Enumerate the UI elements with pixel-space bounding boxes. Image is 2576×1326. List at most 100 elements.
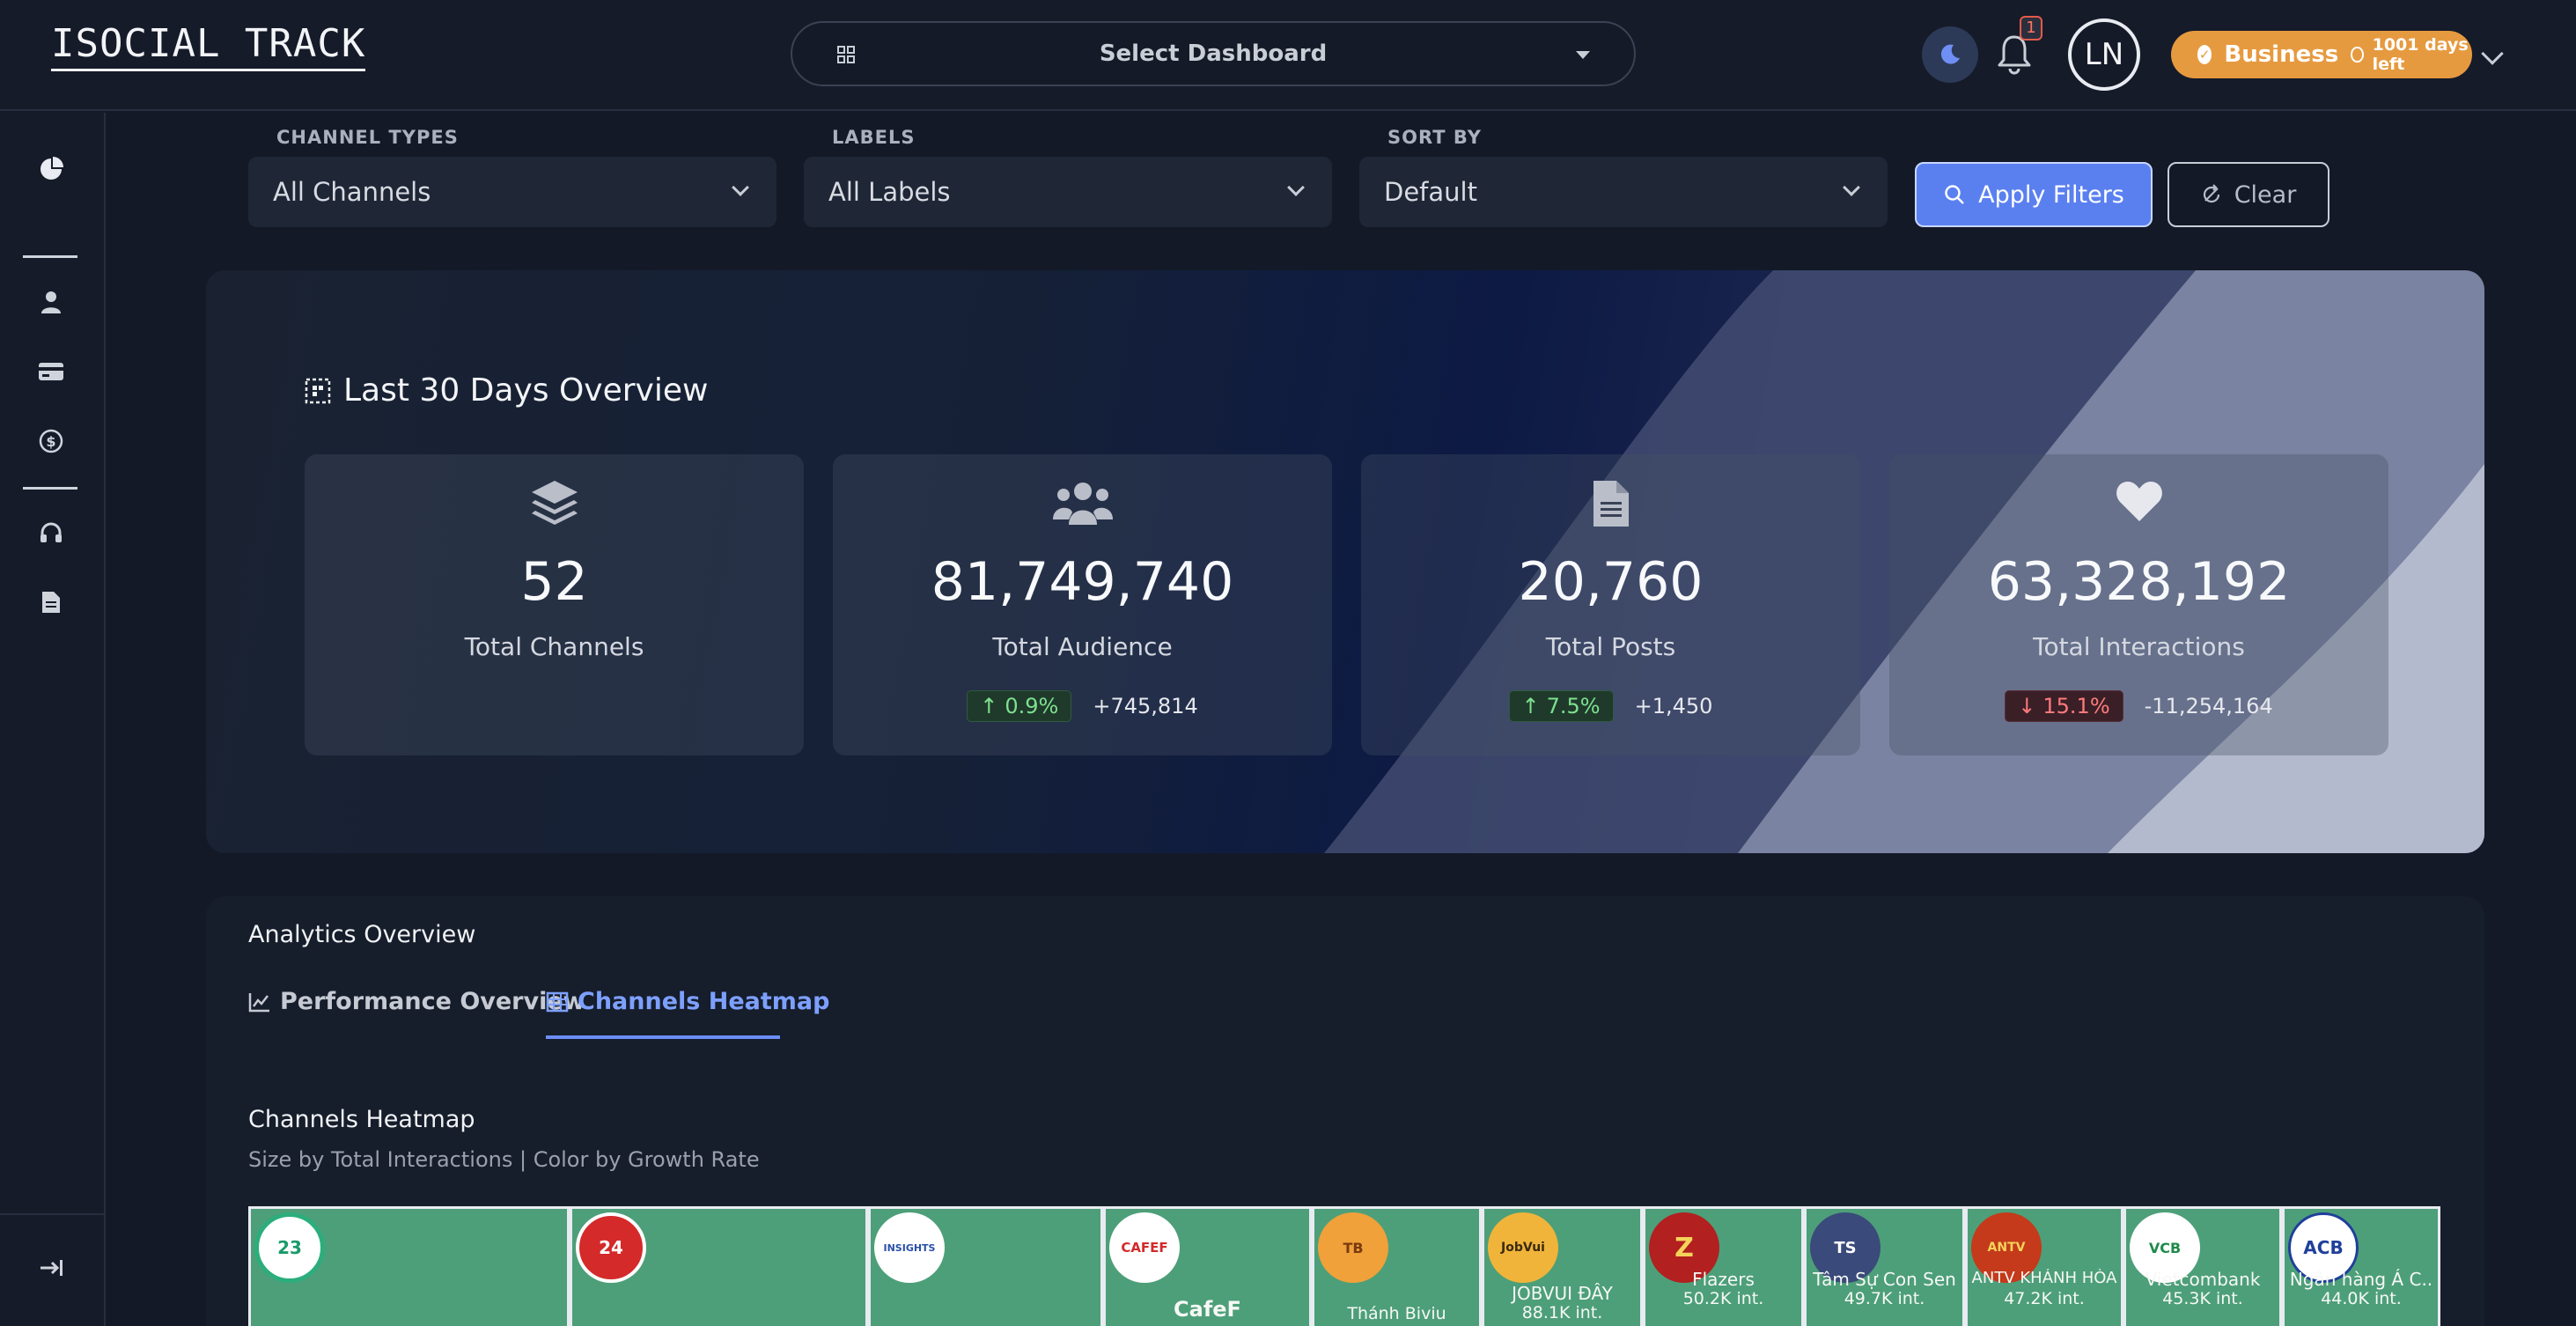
table-icon: [546, 991, 569, 1012]
plan-badge[interactable]: ✓ Business 1001 days left: [2171, 31, 2472, 78]
chevron-down-icon[interactable]: [2481, 42, 2504, 65]
svg-text:$: $: [46, 433, 55, 450]
credit-card-icon[interactable]: [35, 356, 67, 387]
grid-icon: [837, 46, 855, 63]
channel-interactions: 47.2K int.: [2004, 1289, 2085, 1308]
channel-interactions: 44.0K int.: [2321, 1289, 2402, 1308]
heatmap-cell[interactable]: CAFEF CafeF: [1103, 1206, 1312, 1326]
channel-logo: INSIGHTS: [874, 1212, 945, 1283]
heatmap-cell[interactable]: 24: [570, 1206, 868, 1326]
chevron-down-icon: [732, 179, 749, 196]
reset-icon: [2203, 184, 2219, 203]
overview-title-text: Last 30 Days Overview: [343, 372, 709, 409]
stat-value: 63,328,192: [1987, 551, 2291, 613]
stat-card-channels: 52 Total Channels: [305, 454, 804, 755]
heatmap-cell[interactable]: 23: [248, 1206, 570, 1326]
tab-channels-heatmap[interactable]: Channels Heatmap: [546, 988, 829, 1015]
sort-by-value: Default: [1384, 177, 1477, 207]
analytics-title: Analytics Overview: [248, 921, 476, 948]
analytics-panel: Analytics Overview Performance Overview …: [206, 896, 2484, 1326]
arrow-down-icon: ↓: [2018, 694, 2036, 718]
file-icon: [1593, 481, 1629, 527]
stat-label: Total Posts: [1545, 632, 1676, 661]
heatmap-cell[interactable]: ANTV ANTV KHÁNH HÒA 47.2K int.: [1965, 1206, 2123, 1326]
sort-by-label: SORT BY: [1387, 127, 1482, 148]
channel-name: Thánh Biviu: [1347, 1304, 1446, 1323]
heart-icon: [2116, 482, 2162, 521]
dashboard-select-label: Select Dashboard: [1099, 41, 1328, 67]
channel-logo: 24: [576, 1212, 646, 1283]
channel-logo: JobVui: [1488, 1212, 1558, 1283]
arrow-up-icon: ↑: [980, 694, 998, 718]
sidebar-divider: [23, 255, 77, 258]
tab-label: Channels Heatmap: [578, 988, 830, 1015]
sort-by-select[interactable]: Default: [1359, 157, 1888, 227]
clock-icon: [2351, 47, 2364, 63]
document-icon[interactable]: [35, 586, 67, 618]
heatmap-cell[interactable]: VCB Vietcombank 45.3K int.: [2123, 1206, 2282, 1326]
growth-percent: 7.5%: [1546, 694, 1601, 718]
heatmap-cell[interactable]: TB Thánh Biviu: [1312, 1206, 1482, 1326]
channels-heatmap: 23 24 INSIGHTS CAFEF CafeF TB Thánh Bivi…: [248, 1206, 2440, 1326]
dashboard-select[interactable]: Select Dashboard: [791, 21, 1636, 86]
avatar[interactable]: LN: [2068, 18, 2140, 91]
search-icon: [1945, 185, 1965, 204]
user-icon[interactable]: [35, 286, 67, 318]
apply-filters-button[interactable]: Apply Filters: [1915, 162, 2153, 227]
channel-name: Vietcombank: [2145, 1269, 2261, 1290]
top-bar: ISOCIAL TRACK Select Dashboard 1 LN ✓ Bu…: [0, 0, 2576, 111]
labels-select[interactable]: All Labels: [804, 157, 1332, 227]
line-chart-icon: [248, 992, 269, 1012]
sidebar-footer: [0, 1213, 106, 1326]
growth-percent: 0.9%: [1005, 694, 1059, 718]
active-tab-indicator: [546, 1035, 780, 1039]
heatmap-cell[interactable]: JobVui JOBVUI ĐÂY 88.1K int.: [1482, 1206, 1643, 1326]
channel-name: CafeF: [1174, 1297, 1241, 1322]
tab-label: Performance Overview: [280, 988, 585, 1015]
pie-chart-icon[interactable]: [35, 153, 67, 185]
channel-types-label: CHANNEL TYPES: [276, 127, 459, 148]
heatmap-cell[interactable]: TS Tâm Sự Con Sen 49.7K int.: [1804, 1206, 1965, 1326]
headset-icon[interactable]: [35, 518, 67, 549]
decline-pill: ↓ 15.1%: [2005, 690, 2123, 722]
labels-value: All Labels: [828, 177, 951, 207]
growth-pill: ↑ 7.5%: [1508, 690, 1614, 722]
overview-hero: Last 30 Days Overview 52 Total Channels …: [206, 270, 2484, 853]
dashboard-dots-icon: [305, 378, 331, 403]
growth-percent: 15.1%: [2042, 694, 2110, 718]
caret-down-icon: [1576, 51, 1590, 59]
check-badge-icon: ✓: [2197, 45, 2212, 64]
logout-icon[interactable]: [35, 1252, 67, 1284]
channel-name: JOBVUI ĐÂY: [1512, 1283, 1613, 1304]
channel-logo: 23: [254, 1212, 325, 1283]
heatmap-cell[interactable]: ACB Ngân hàng Á C.. 44.0K int.: [2282, 1206, 2440, 1326]
channel-logo: TB: [1318, 1212, 1388, 1283]
apply-filters-label: Apply Filters: [1978, 180, 2124, 209]
moon-icon: [1940, 44, 1960, 64]
dollar-circle-icon[interactable]: $: [35, 425, 67, 457]
stat-value: 81,749,740: [931, 551, 1234, 613]
tab-performance-overview[interactable]: Performance Overview: [248, 988, 585, 1015]
channel-interactions: 45.3K int.: [2162, 1289, 2243, 1308]
app-logo[interactable]: ISOCIAL TRACK: [51, 25, 366, 71]
growth-absolute: -11,254,164: [2144, 694, 2273, 718]
stat-card-interactions: 63,328,192 Total Interactions ↓ 15.1% -11…: [1889, 454, 2388, 755]
channel-interactions: 88.1K int.: [1521, 1303, 1603, 1322]
heatmap-cell[interactable]: Z Flazers 50.2K int.: [1643, 1206, 1804, 1326]
stat-value: 52: [520, 551, 588, 613]
clear-filters-button[interactable]: Clear: [2168, 162, 2329, 227]
heatmap-cell[interactable]: INSIGHTS: [868, 1206, 1103, 1326]
plan-days-left: 1001 days left: [2372, 35, 2469, 74]
notification-badge: 1: [2020, 16, 2042, 41]
stat-value: 20,760: [1518, 551, 1704, 613]
channel-interactions: 50.2K int.: [1682, 1289, 1764, 1308]
stat-change: ↑ 0.9% +745,814: [833, 690, 1332, 722]
channel-types-select[interactable]: All Channels: [248, 157, 776, 227]
arrow-up-icon: ↑: [1521, 694, 1540, 718]
theme-toggle-button[interactable]: [1922, 26, 1978, 83]
growth-absolute: +745,814: [1093, 694, 1198, 718]
channel-name: Tâm Sự Con Sen: [1813, 1269, 1956, 1290]
channel-name: Flazers: [1692, 1269, 1755, 1290]
stat-card-posts: 20,760 Total Posts ↑ 7.5% +1,450: [1361, 454, 1860, 755]
stat-label: Total Audience: [992, 632, 1173, 661]
